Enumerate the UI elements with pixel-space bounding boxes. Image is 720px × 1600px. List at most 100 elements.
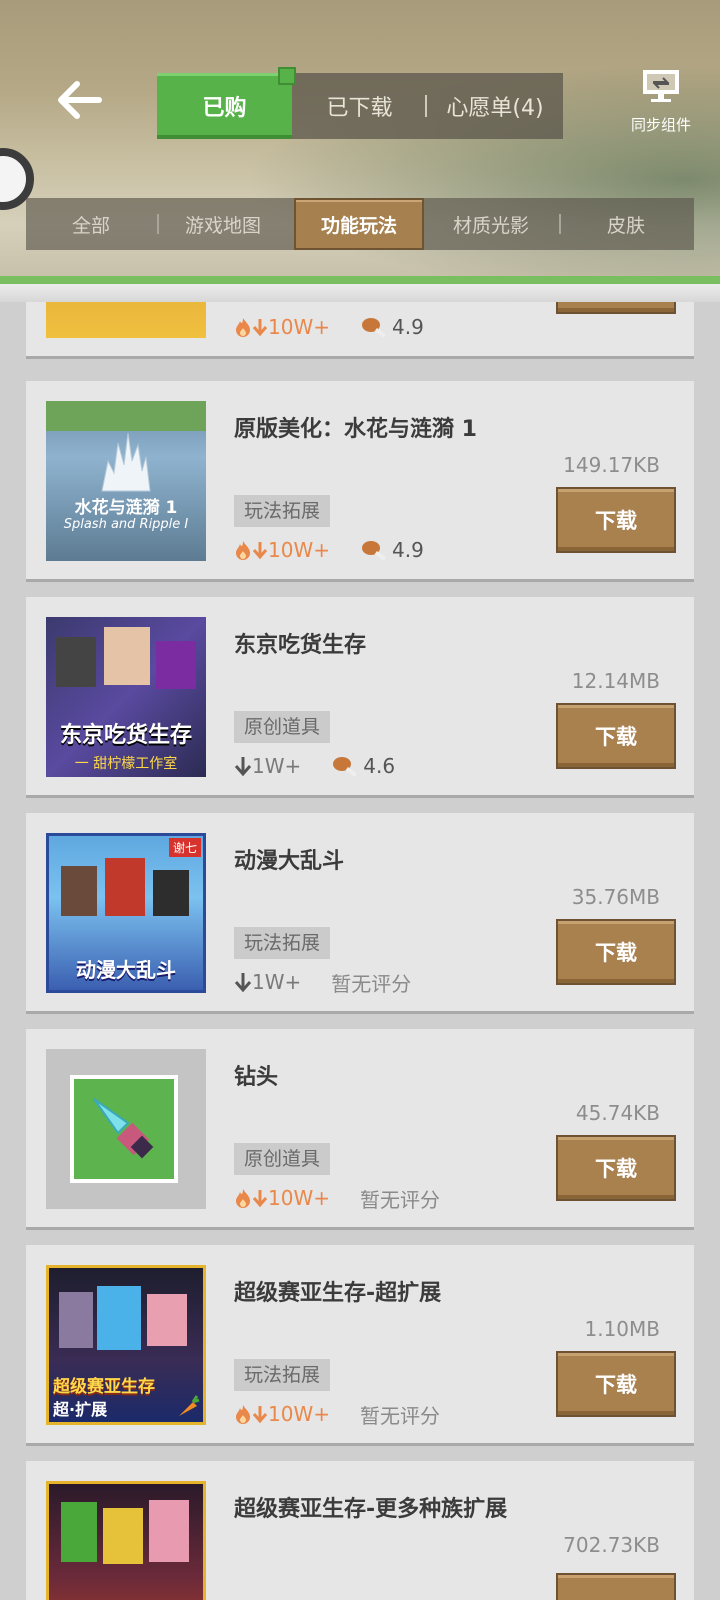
tab-all[interactable]: 全部 [26,198,156,250]
thumb-character [61,866,97,916]
tab-skins[interactable]: 皮肤 [561,198,691,250]
thumb-subtitle: Splash and Ripple I [63,517,189,532]
thumb-background [74,1079,174,1179]
thumb-grass [46,401,206,431]
fire-icon [236,318,250,337]
item-rating-value: 4.9 [391,538,424,562]
segment-wishlist-label: 心愿单(4) [446,96,544,121]
arrow-left-icon [58,81,102,119]
fire-icon [236,1405,250,1424]
item-download-count: 10W+ [268,1186,330,1210]
item-title: 超级赛亚生存-更多种族扩展 [234,1497,508,1522]
download-arrow-icon [234,973,252,993]
thumb-subtitle: 一 甜柠檬工作室 [74,756,178,772]
drumstick-icon [361,318,386,338]
list-item[interactable]: 东京吃货生存 一 甜柠檬工作室 东京吃货生存 12.14MB 原创道具 1W+ … [26,597,694,795]
thumb-title: 动漫大乱斗 [76,958,176,982]
item-title: 钻头 [234,1065,279,1090]
segment-downloaded-label: 已下载 [326,96,393,121]
purchase-filter-segmented-control: 已购 已下载 心愿单(4) [157,67,563,139]
item-title: 原版美化：水花与涟漪 1 [234,417,477,442]
fire-icon [236,541,250,560]
sync-monitor-icon [643,70,679,102]
item-stats: 10W+ 暂无评分 [234,1185,440,1212]
list-item-partial[interactable]: 10W+ 4.9 [26,302,694,356]
item-rating-value: 4.6 [363,754,396,778]
item-thumbnail [46,1049,206,1209]
item-category-tag: 玩法拓展 [234,927,331,959]
list-item[interactable]: 水花与涟漪 1 Splash and Ripple I 原版美化：水花与涟漪 1… [26,381,694,579]
thumb-title: 东京吃货生存 [59,723,192,748]
back-button[interactable] [52,78,108,122]
item-file-size: 1.10MB [584,1317,660,1341]
item-rating-text: 暂无评分 [331,971,412,996]
thumb-frame [70,1075,178,1183]
thumb-character [153,870,189,916]
item-rating-text: 暂无评分 [359,1403,440,1428]
download-button[interactable]: 下载 [556,1351,676,1417]
item-rating-value: 4.9 [391,315,424,339]
list-item[interactable]: 超级赛亚生存-更多种族扩展 702.73KB [26,1461,694,1600]
segment-purchased[interactable]: 已购 [157,67,296,139]
header: 已购 已下载 心愿单(4) 同步组件 全部 游戏地图 功能玩法 材质光影 皮肤 [0,0,720,300]
item-file-size: 35.76MB [571,885,660,909]
item-stats: 1W+ 暂无评分 [234,969,412,996]
segment-downloaded[interactable]: 已下载 [292,73,427,139]
header-green-border [0,276,720,284]
download-arrow-icon [252,319,268,337]
splash-icon [101,432,151,492]
list-item[interactable]: 钻头 45.74KB 原创道具 10W+ 暂无评分 下载 [26,1029,694,1227]
thumb-character [156,641,196,689]
tab-textures-shaders-label: 材质光影 [452,214,529,237]
thumb-character [97,1286,141,1350]
thumb-character [59,1292,93,1348]
thumb-character [103,1508,143,1564]
thumb-character [104,627,150,685]
fire-icon [236,1189,250,1208]
sync-components-button[interactable]: 同步组件 [622,68,700,138]
item-download-count: 1W+ [252,754,302,778]
download-button[interactable]: 下载 [556,919,676,985]
list-item[interactable]: 超级赛亚生存 超·扩展 超级赛亚生存-超扩展 1.10MB 玩法拓展 10W+ … [26,1245,694,1443]
download-button[interactable]: 下载 [556,1135,676,1201]
item-rating: 4.9 [360,538,424,562]
item-category-tag: 玩法拓展 [234,1359,331,1391]
item-stats: 10W+ 暂无评分 [234,1401,440,1428]
tab-textures-shaders[interactable]: 材质光影 [426,198,556,250]
tab-all-label: 全部 [71,214,110,237]
item-download-count: 10W+ [268,1402,330,1426]
item-category-tag: 原创道具 [234,1143,331,1175]
item-file-size: 12.14MB [571,669,660,693]
thumb-badge: 谢七 [168,838,201,857]
sync-components-label: 同步组件 [630,116,691,134]
drumstick-icon [333,757,357,777]
item-category-tag: 玩法拓展 [234,495,331,527]
thumb-title: 水花与涟漪 1 [74,498,178,518]
item-thumbnail [46,1481,206,1600]
tab-game-maps-label: 游戏地图 [184,214,261,237]
item-category-tag: 原创道具 [234,711,331,743]
item-file-size: 702.73KB [563,1533,660,1557]
carrot-icon [179,1395,200,1416]
item-thumbnail: 东京吃货生存 一 甜柠檬工作室 [46,617,206,777]
thumb-subtitle: 超·扩展 [53,1400,108,1419]
tab-gameplay[interactable]: 功能玩法 [294,198,424,250]
segment-wishlist[interactable]: 心愿单(4) [427,73,563,139]
download-button[interactable] [556,302,676,314]
thumb-character [149,1500,189,1562]
header-bottom-bar [0,284,720,302]
item-title: 超级赛亚生存-超扩展 [234,1281,442,1306]
drumstick-icon [361,541,386,561]
tab-skins-label: 皮肤 [606,214,645,237]
tab-gameplay-label: 功能玩法 [320,214,397,237]
thumb-character [56,637,96,687]
item-stats: 1W+ 4.6 [234,753,395,779]
download-button[interactable]: 下载 [556,703,676,769]
download-arrow-icon [234,757,252,777]
list-item[interactable]: 谢七 动漫大乱斗 动漫大乱斗 35.76MB 玩法拓展 1W+ 暂无评分 下载 [26,813,694,1011]
download-button[interactable] [556,1573,676,1600]
content-list[interactable]: 10W+ 4.9 水花与涟漪 1 Splash and Ripple I 原版美… [0,302,720,1600]
tab-game-maps[interactable]: 游戏地图 [158,198,288,250]
download-button[interactable]: 下载 [556,487,676,553]
download-arrow-icon [252,1190,268,1208]
